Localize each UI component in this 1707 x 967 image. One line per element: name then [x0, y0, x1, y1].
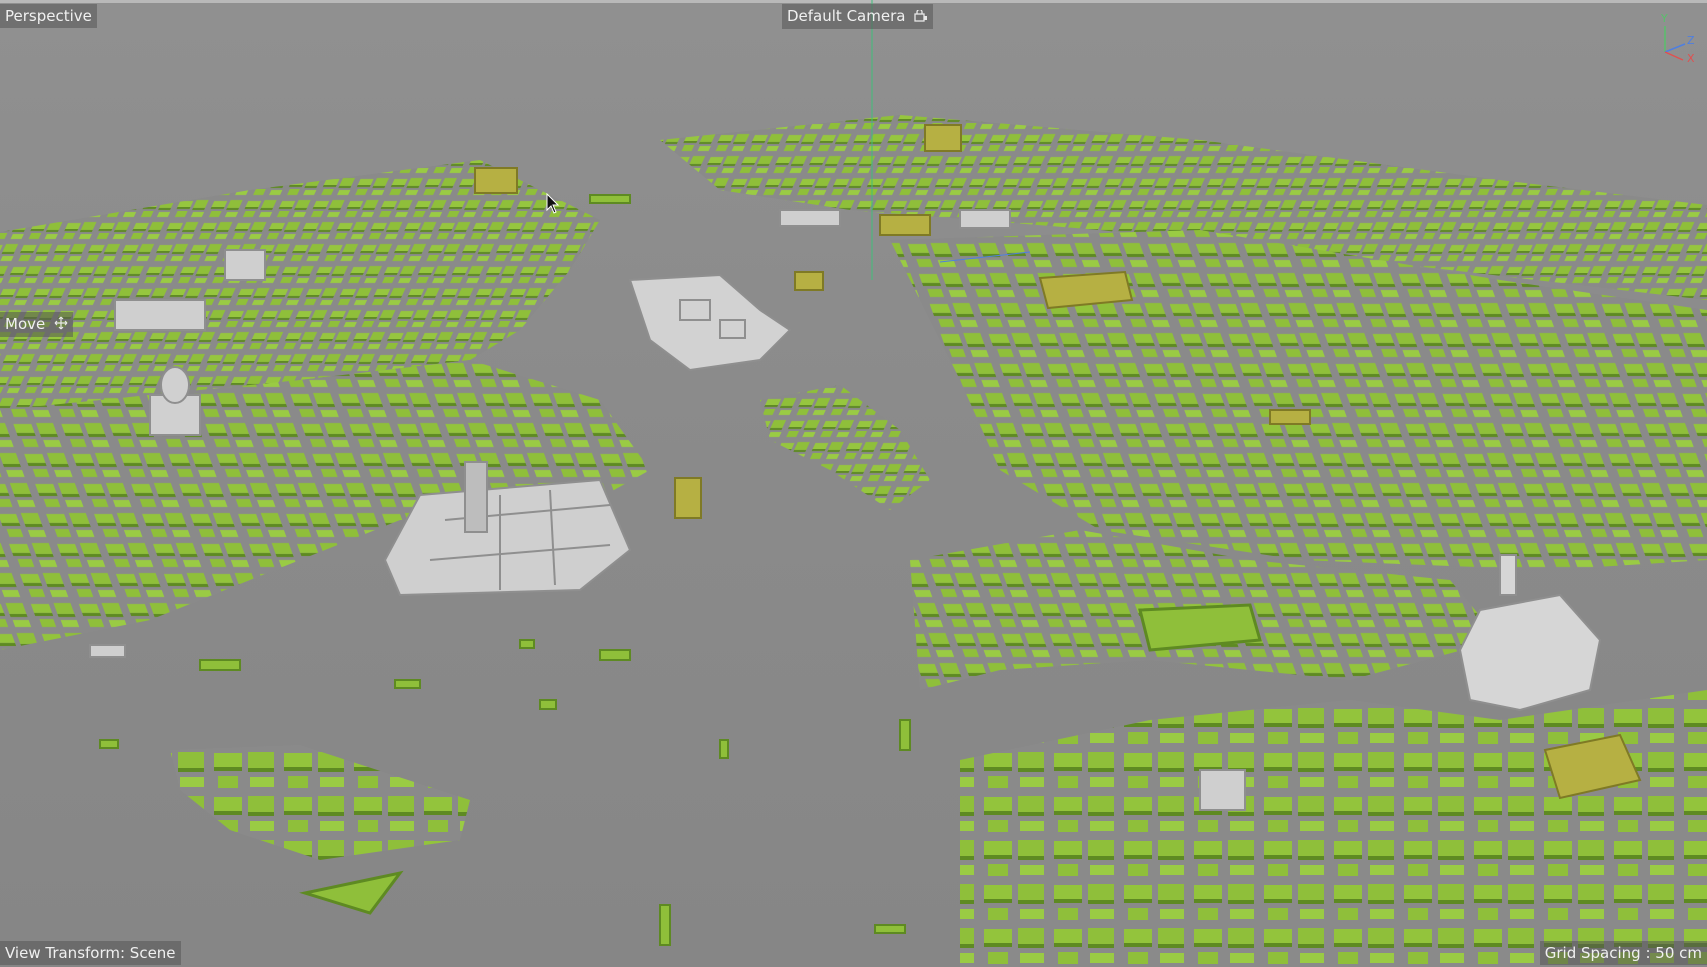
- camera-selector[interactable]: Default Camera: [782, 4, 934, 29]
- city-scene[interactable]: [0, 0, 1707, 967]
- projection-label[interactable]: Perspective: [0, 4, 97, 28]
- camera-label: Default Camera: [787, 7, 906, 25]
- river-island: [760, 385, 930, 510]
- axis-z-label: Z: [1687, 34, 1695, 47]
- view-transform-label: View Transform: Scene: [0, 941, 181, 965]
- grid-spacing-label: Grid Spacing : 50 cm: [1539, 941, 1707, 965]
- camera-lock-icon[interactable]: [914, 7, 928, 27]
- tool-label: Move: [5, 315, 46, 333]
- grey-landmark-complex-right: [1458, 554, 1602, 712]
- move-arrows-icon: [54, 315, 68, 335]
- mouse-pointer-icon: [546, 193, 560, 214]
- axis-gizmo: Y Z X: [1660, 12, 1695, 64]
- move-tool-indicator[interactable]: Move: [0, 312, 74, 337]
- triangle-plaza: [299, 870, 404, 915]
- axis-x-label: X: [1687, 52, 1695, 64]
- city-district-bottom-left: [170, 745, 470, 860]
- axis-y-label: Y: [1660, 12, 1668, 25]
- 3d-viewport[interactable]: Perspective Default Camera Move View Tra…: [0, 0, 1707, 967]
- city-district-bottom-right: [960, 690, 1707, 967]
- grey-landmark-complex-center: [628, 273, 792, 372]
